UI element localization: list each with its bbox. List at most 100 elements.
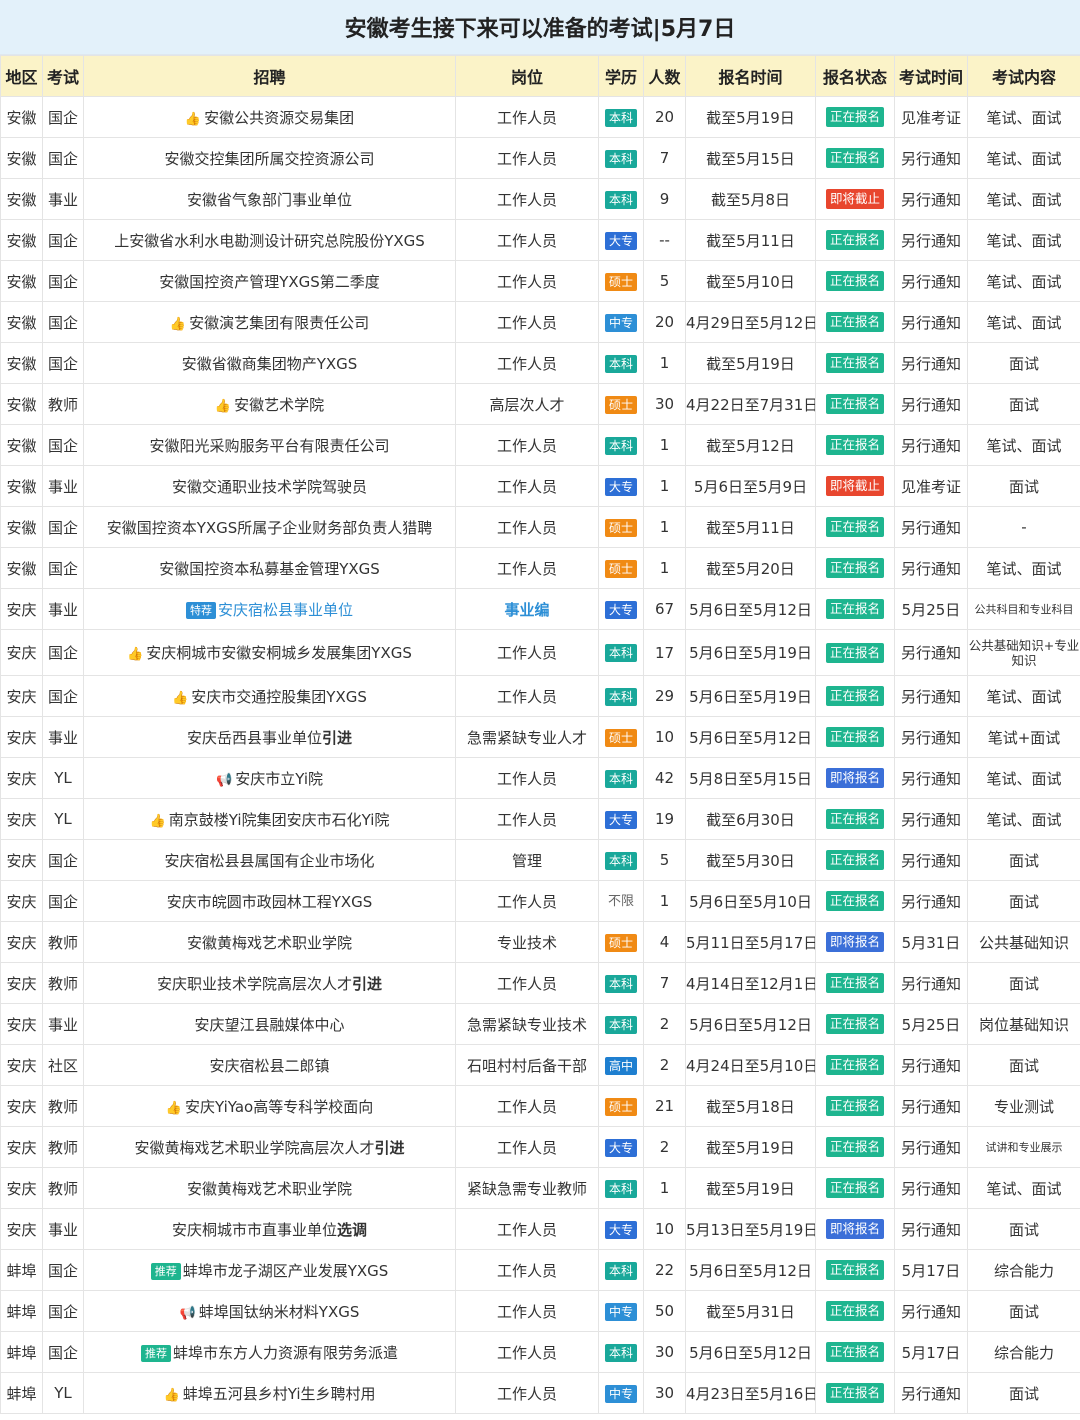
table-row[interactable]: 安庆 国企 安庆宿松县县属国有企业市场化 管理 本科 5 截至5月30日 正在报名 另行通知 面试 <box>0 839 1080 881</box>
table-row[interactable]: 安庆 国企 👍 安庆桐城市安徽安桐城乡发展集团YXGS 工作人员 本科 17 5月6日至5月1… <box>0 629 1080 676</box>
table-row[interactable]: 安徽 教师 👍 安徽艺术学院 高层次人才 硕士 30 4月22日至7月31日 正在报名 另行通知面… <box>0 383 1080 425</box>
recruiter-name[interactable]: 蚌埠五河县乡村Yi生乡聘村用 <box>183 1385 376 1403</box>
recruiter-cell[interactable]: 安庆桐城市市直事业单位选调 <box>83 1208 456 1250</box>
table-row[interactable]: 安庆 事业 安庆桐城市市直事业单位选调 工作人员 大专 10 5月13日至5月19日 即将报名… <box>0 1208 1080 1250</box>
recruiter-name[interactable]: 上安徽省水利水电勘测设计研究总院股份YXGS <box>114 232 425 250</box>
recruiter-name[interactable]: 安徽黄梅戏艺术职业学院 <box>187 1180 352 1198</box>
recruiter-cell[interactable]: 👍 蚌埠五河县乡村Yi生乡聘村用 <box>83 1372 456 1414</box>
recruiter-name[interactable]: 安徽国控资本YXGS所属子企业财务部负责人猎聘 <box>107 519 433 537</box>
recruiter-cell[interactable]: 安庆宿松县二郎镇 <box>83 1044 456 1086</box>
table-row[interactable]: 安徽 国企 安徽国控资本YXGS所属子企业财务部负责人猎聘 工作人员 硕士 1 截至5月11… <box>0 506 1080 548</box>
recruiter-cell[interactable]: 安徽省徽商集团物产YXGS <box>83 342 456 384</box>
recruiter-cell[interactable]: 特荐 安庆宿松县事业单位 <box>83 588 456 630</box>
table-row[interactable]: 蚌埠 国企 推荐 蚌埠市东方人力资源有限劳务派遣 工作人员 本科 30 5月6日至5月12日正… <box>0 1331 1080 1373</box>
table-row[interactable]: 安庆 YL 📢 安庆市立Yi院 工作人员 本科 42 5月8日至5月15日 即将报名 另行通知 笔试… <box>0 757 1080 799</box>
table-row[interactable]: 安庆 YL 👍 南京鼓楼Yi院集团安庆市石化Yi院 工作人员 大专 19 截至6月30日 正在报… <box>0 798 1080 840</box>
recruiter-cell[interactable]: 安庆市皖圆市政园林工程YXGS <box>83 880 456 922</box>
table-row[interactable]: 安徽 事业 安徽交通职业技术学院驾驶员 工作人员 大专 1 5月6日至5月9日 即将截止 见准考… <box>0 465 1080 507</box>
recruiter-cell[interactable]: 安徽交控集团所属交控资源公司 <box>83 137 456 179</box>
table-row[interactable]: 安庆 事业 特荐 安庆宿松县事业单位 事业编 大专 67 5月6日至5月12日 正在报名 5月25… <box>0 588 1080 630</box>
recruiter-cell[interactable]: 安徽省气象部门事业单位 <box>83 178 456 220</box>
recruiter-cell[interactable]: 推荐 蚌埠市龙子湖区产业发展YXGS <box>83 1249 456 1291</box>
recruiter-name[interactable]: 安庆桐城市安徽安桐城乡发展集团YXGS <box>146 644 412 662</box>
recruiter-name[interactable]: 安庆桐城市市直事业单位 <box>172 1221 337 1239</box>
table-row[interactable]: 安庆 事业 安庆岳西县事业单位引进 急需紧缺专业人才 硕士 10 5月6日至5月12日 正在报… <box>0 716 1080 758</box>
status-badge: 正在报名 <box>825 1178 884 1198</box>
recruiter-cell[interactable]: 上安徽省水利水电勘测设计研究总院股份YXGS <box>83 219 456 261</box>
table-row[interactable]: 安徽 国企 安徽国控资本私募基金管理YXGS 工作人员 硕士 1 截至5月20日 正在报名 另行… <box>0 547 1080 589</box>
recruiter-cell[interactable]: 推荐 蚌埠市东方人力资源有限劳务派遣 <box>83 1331 456 1373</box>
recruiter-name[interactable]: 安徽黄梅戏艺术职业学院 <box>187 934 352 952</box>
recruiter-name[interactable]: 安徽阳光采购服务平台有限责任公司 <box>149 437 389 455</box>
recruiter-cell[interactable]: 👍 安庆市交通控股集团YXGS <box>83 675 456 717</box>
recruiter-name[interactable]: 安庆宿松县事业单位 <box>218 601 353 619</box>
recruiter-cell[interactable]: 安庆岳西县事业单位引进 <box>83 716 456 758</box>
recruiter-cell[interactable]: 👍 安庆桐城市安徽安桐城乡发展集团YXGS <box>83 629 456 676</box>
recruiter-cell[interactable]: 安徽黄梅戏艺术职业学院 <box>83 1167 456 1209</box>
recruiter-cell[interactable]: 👍 安徽公共资源交易集团 <box>83 96 456 138</box>
table-row[interactable]: 安徽 国企 👍 安徽公共资源交易集团 工作人员 本科 20 截至5月19日 正在报名 见准考证 笔试… <box>0 96 1080 138</box>
recruiter-name[interactable]: 南京鼓楼Yi院集团安庆市石化Yi院 <box>169 811 390 829</box>
table-row[interactable]: 蚌埠 国企 📢 蚌埠国钛纳米材料YXGS 工作人员 中专 50 截至5月31日 正在报名 另行通知… <box>0 1290 1080 1332</box>
recruiter-cell[interactable]: 安庆职业技术学院高层次人才引进 <box>83 962 456 1004</box>
recruiter-cell[interactable]: 安徽国控资本YXGS所属子企业财务部负责人猎聘 <box>83 506 456 548</box>
table-row[interactable]: 安庆 教师 安徽黄梅戏艺术职业学院 专业技术 硕士 4 5月11日至5月17日 即将报名 5月3… <box>0 921 1080 963</box>
table-row[interactable]: 蚌埠 YL 👍 蚌埠五河县乡村Yi生乡聘村用 工作人员 中专 30 4月23日至5月16日 正在… <box>0 1372 1080 1414</box>
recruiter-name[interactable]: 蚌埠国钛纳米材料YXGS <box>199 1303 360 1321</box>
table-row[interactable]: 蚌埠 国企 推荐 蚌埠市龙子湖区产业发展YXGS 工作人员 本科 22 5月6日至5月12日正… <box>0 1249 1080 1291</box>
recruiter-name[interactable]: 安庆宿松县二郎镇 <box>209 1057 329 1075</box>
recruiter-cell[interactable]: 👍 南京鼓楼Yi院集团安庆市石化Yi院 <box>83 798 456 840</box>
recruiter-cell[interactable]: 👍 安庆YiYao高等专科学校面向 <box>83 1085 456 1127</box>
recruiter-cell[interactable]: 安徽黄梅戏艺术职业学院高层次人才引进 <box>83 1126 456 1168</box>
table-row[interactable]: 安庆 教师 安徽黄梅戏艺术职业学院 紧缺急需专业教师 本科 1 截至5月19日 正在报名 另行通… <box>0 1167 1080 1209</box>
recruiter-name[interactable]: 安徽交通职业技术学院驾驶员 <box>172 478 367 496</box>
recruiter-name[interactable]: 安庆职业技术学院高层次人才 <box>157 975 352 993</box>
table-row[interactable]: 安徽 国企 👍 安徽演艺集团有限责任公司 工作人员 中专 20 4月29日至5月12日 正在报名… <box>0 301 1080 343</box>
table-row[interactable]: 安徽 国企 安徽交控集团所属交控资源公司 工作人员 本科 7 截至5月15日 正在报名 另行通知… <box>0 137 1080 179</box>
table-row[interactable]: 安庆 事业 安庆望江县融媒体中心 急需紧缺专业技术 本科 2 5月6日至5月12日 正在报名 5… <box>0 1003 1080 1045</box>
table-row[interactable]: 安徽 事业 安徽省气象部门事业单位 工作人员 本科 9 截至5月8日 即将截止 另行通知 笔试、面… <box>0 178 1080 220</box>
recruiter-cell[interactable]: 安徽国控资产管理YXGS第二季度 <box>83 260 456 302</box>
table-row[interactable]: 安徽 国企 安徽国控资产管理YXGS第二季度 工作人员 硕士 5 截至5月10日 正在报名 另行… <box>0 260 1080 302</box>
recruiter-name[interactable]: 安徽国控资产管理YXGS第二季度 <box>159 273 380 291</box>
recruiter-cell[interactable]: 安庆宿松县县属国有企业市场化 <box>83 839 456 881</box>
recruiter-name[interactable]: 安庆市立Yi院 <box>235 770 323 788</box>
table-row[interactable]: 安庆 教师 安庆职业技术学院高层次人才引进 工作人员 本科 7 4月14日至12月1日 正在报… <box>0 962 1080 1004</box>
recruiter-name[interactable]: 安徽省气象部门事业单位 <box>187 191 352 209</box>
table-row[interactable]: 安庆 国企 安庆市皖圆市政园林工程YXGS 工作人员 不限 1 5月6日至5月10日 正在报名… <box>0 880 1080 922</box>
table-row[interactable]: 安庆 教师 安徽黄梅戏艺术职业学院高层次人才引进 工作人员 大专 2 截至5月19日 正在报名… <box>0 1126 1080 1168</box>
table-row[interactable]: 安徽 国企 安徽省徽商集团物产YXGS 工作人员 本科 1 截至5月19日 正在报名 另行通知面… <box>0 342 1080 384</box>
recruiter-cell[interactable]: 👍 安徽艺术学院 <box>83 383 456 425</box>
recruiter-cell[interactable]: 📢 蚌埠国钛纳米材料YXGS <box>83 1290 456 1332</box>
recruiter-name[interactable]: 安徽演艺集团有限责任公司 <box>189 314 369 332</box>
recruiter-name[interactable]: 蚌埠市龙子湖区产业发展YXGS <box>183 1262 389 1280</box>
recruiter-name[interactable]: 安庆望江县融媒体中心 <box>194 1016 344 1034</box>
recruiter-cell[interactable]: 安徽国控资本私募基金管理YXGS <box>83 547 456 589</box>
recruiter-cell[interactable]: 📢 安庆市立Yi院 <box>83 757 456 799</box>
exam-time-cell: 5月17日 <box>894 1331 968 1373</box>
table-row[interactable]: 安徽 国企 安徽阳光采购服务平台有限责任公司 工作人员 本科 1 截至5月12日 正在报名 另行… <box>0 424 1080 466</box>
recruiter-name[interactable]: 安庆市皖圆市政园林工程YXGS <box>167 893 373 911</box>
recruiter-cell[interactable]: 安庆望江县融媒体中心 <box>83 1003 456 1045</box>
table-row[interactable]: 安徽 国企 上安徽省水利水电勘测设计研究总院股份YXGS 工作人员 大专 -- 截至5月11… <box>0 219 1080 261</box>
recruiter-name[interactable]: 安庆YiYao高等专科学校面向 <box>185 1098 373 1116</box>
recruiter-name[interactable]: 安徽省徽商集团物产YXGS <box>182 355 358 373</box>
count-cell: 42 <box>643 757 686 799</box>
status-badge: 正在报名 <box>825 727 884 747</box>
recruiter-cell[interactable]: 安徽阳光采购服务平台有限责任公司 <box>83 424 456 466</box>
recruiter-cell[interactable]: 安徽黄梅戏艺术职业学院 <box>83 921 456 963</box>
table-row[interactable]: 安庆 社区 安庆宿松县二郎镇 石咀村村后备干部 高中 2 4月24日至5月10日 正在报名 另行… <box>0 1044 1080 1086</box>
recruiter-name[interactable]: 蚌埠市东方人力资源有限劳务派遣 <box>173 1344 398 1362</box>
recruiter-name[interactable]: 安徽交控集团所属交控资源公司 <box>164 150 374 168</box>
recruiter-name[interactable]: 安庆市交通控股集团YXGS <box>191 688 367 706</box>
recruiter-name[interactable]: 安庆宿松县县属国有企业市场化 <box>164 852 374 870</box>
recruiter-name[interactable]: 安庆岳西县事业单位 <box>187 729 322 747</box>
recruiter-name[interactable]: 安徽艺术学院 <box>234 396 324 414</box>
recruiter-name[interactable]: 安徽公共资源交易集团 <box>204 109 354 127</box>
table-row[interactable]: 安庆 国企 👍 安庆市交通控股集团YXGS 工作人员 本科 29 5月6日至5月19日 正在报名… <box>0 675 1080 717</box>
table-row[interactable]: 安庆 教师 👍 安庆YiYao高等专科学校面向 工作人员 硕士 21 截至5月18日 正在报名另… <box>0 1085 1080 1127</box>
recruiter-name[interactable]: 安徽国控资本私募基金管理YXGS <box>159 560 380 578</box>
recruiter-cell[interactable]: 👍 安徽演艺集团有限责任公司 <box>83 301 456 343</box>
recruiter-cell[interactable]: 安徽交通职业技术学院驾驶员 <box>83 465 456 507</box>
recruiter-name[interactable]: 安徽黄梅戏艺术职业学院高层次人才 <box>134 1139 374 1157</box>
